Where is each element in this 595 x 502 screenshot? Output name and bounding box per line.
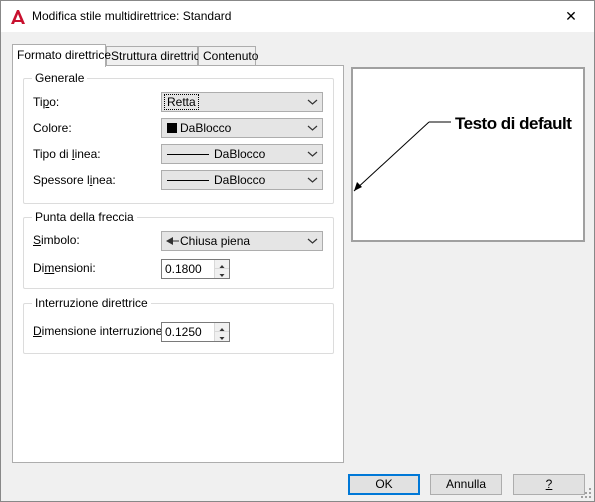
color-dropdown[interactable]: DaBlocco xyxy=(161,118,323,138)
color-label: Colore: xyxy=(33,121,72,135)
symbol-value: Chiusa piena xyxy=(180,234,251,248)
chevron-down-icon xyxy=(307,125,318,131)
tab-label: Contenuto xyxy=(203,49,259,63)
spinner-buttons xyxy=(214,260,229,278)
lineweight-value: DaBlocco xyxy=(214,173,266,187)
lineweight-dropdown[interactable]: DaBlocco xyxy=(161,170,323,190)
break-size-value: 0.1250 xyxy=(165,325,202,339)
tab-leader-structure[interactable]: Struttura direttrice xyxy=(106,46,206,66)
tab-label: Struttura direttrice xyxy=(111,49,207,63)
spin-down-button[interactable] xyxy=(215,332,229,341)
help-button[interactable]: ? xyxy=(513,474,585,495)
caret-down-icon xyxy=(219,274,225,277)
close-button[interactable]: ✕ xyxy=(548,1,594,32)
general-group: Generale Tipo: Retta Colore: DaBlocco Ti… xyxy=(23,71,334,204)
tab-panel-leader-format: Generale Tipo: Retta Colore: DaBlocco Ti… xyxy=(12,65,344,463)
autocad-logo-icon xyxy=(11,10,25,24)
size-label: Dimensioni: xyxy=(33,261,96,275)
leader-preview-drawing xyxy=(353,121,451,192)
symbol-dropdown[interactable]: Chiusa piena xyxy=(161,231,323,251)
close-icon: ✕ xyxy=(565,8,577,24)
linetype-value-wrap: DaBlocco xyxy=(167,147,265,161)
title-bar[interactable]: Modifica stile multidirettrice: Standard… xyxy=(1,1,594,32)
spin-down-button[interactable] xyxy=(215,269,229,278)
color-value-wrap: DaBlocco xyxy=(167,121,231,135)
tab-label: Formato direttrice xyxy=(17,48,112,62)
ok-button[interactable]: OK xyxy=(348,474,420,495)
lineweight-value-wrap: DaBlocco xyxy=(167,173,265,187)
leader-line xyxy=(353,121,430,192)
line-sample-icon xyxy=(167,154,209,155)
chevron-down-icon xyxy=(307,238,318,244)
tab-content[interactable]: Contenuto xyxy=(198,46,259,66)
dialog-window: Modifica stile multidirettrice: Standard… xyxy=(0,0,595,502)
chevron-down-icon xyxy=(307,151,318,157)
help-label: ? xyxy=(545,477,553,491)
cancel-button[interactable]: Annulla xyxy=(430,474,502,495)
symbol-label: Simbolo: xyxy=(33,233,80,247)
line-sample-icon xyxy=(167,180,209,181)
general-group-title: Generale xyxy=(32,71,88,85)
type-dropdown[interactable]: Retta xyxy=(161,92,323,112)
preview-pane: Testo di default xyxy=(351,67,585,242)
leader-arrowhead xyxy=(354,182,362,191)
closed-filled-arrow-icon xyxy=(166,237,179,245)
linetype-label: Tipo di linea: xyxy=(33,147,101,161)
landing-break-group-title: Interruzione direttrice xyxy=(32,296,151,310)
resize-grip-icon[interactable] xyxy=(580,487,592,499)
color-swatch xyxy=(167,123,177,133)
chevron-down-icon xyxy=(307,99,318,105)
chevron-down-icon xyxy=(307,177,318,183)
type-value: Retta xyxy=(164,94,199,110)
break-size-label: Dimensione interruzione: xyxy=(33,324,166,338)
linetype-value: DaBlocco xyxy=(214,147,266,161)
arrowhead-group-title: Punta della freccia xyxy=(32,210,137,224)
spin-up-button[interactable] xyxy=(215,260,229,269)
type-label: Tipo: xyxy=(33,95,60,109)
spinner-buttons xyxy=(214,323,229,341)
spin-up-button[interactable] xyxy=(215,323,229,332)
symbol-value-wrap: Chiusa piena xyxy=(166,234,250,248)
preview-text: Testo di default xyxy=(455,114,572,133)
color-value: DaBlocco xyxy=(180,121,232,135)
size-value: 0.1800 xyxy=(165,262,202,276)
break-size-spinner[interactable]: 0.1250 xyxy=(161,322,230,342)
size-spinner[interactable]: 0.1800 xyxy=(161,259,230,279)
lineweight-label: Spessore linea: xyxy=(33,173,116,187)
arrowhead-group: Punta della freccia Simbolo: Chiusa pien… xyxy=(23,210,334,289)
window-title: Modifica stile multidirettrice: Standard xyxy=(32,9,232,23)
caret-down-icon xyxy=(219,337,225,340)
linetype-dropdown[interactable]: DaBlocco xyxy=(161,144,323,164)
landing-break-group: Interruzione direttrice Dimensione inter… xyxy=(23,296,334,354)
tab-leader-format[interactable]: Formato direttrice xyxy=(12,44,111,67)
